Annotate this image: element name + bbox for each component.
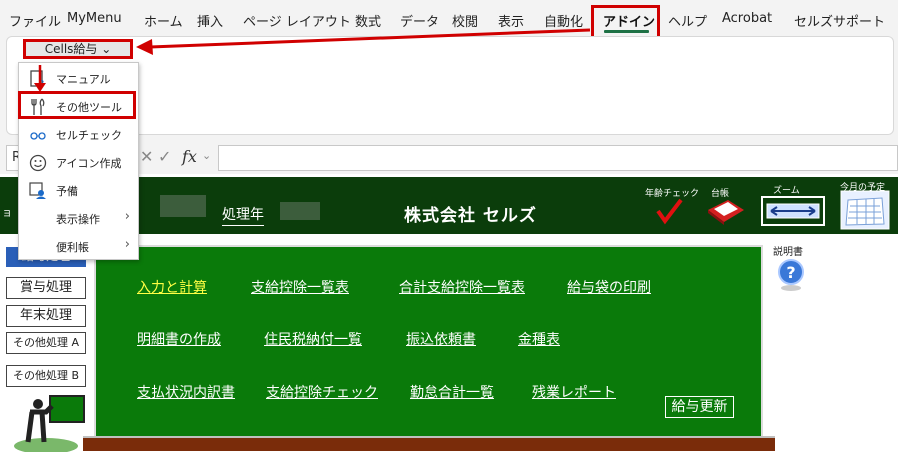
link-total-payment-deduction-list[interactable]: 合計支給控除一覧表 xyxy=(399,277,525,297)
link-overtime-report[interactable]: 残業レポート xyxy=(532,382,616,402)
side-button-year-end[interactable]: 年末処理 xyxy=(6,305,86,327)
manual-label: 説明書 xyxy=(773,247,803,258)
zoom-icon[interactable] xyxy=(761,196,825,226)
chevron-right-icon: › xyxy=(124,209,130,224)
people-icon xyxy=(29,182,46,199)
link-pay-envelope-print[interactable]: 給与袋の印刷 xyxy=(567,277,651,297)
link-resident-tax-list[interactable]: 住民税納付一覧 xyxy=(264,329,362,349)
chevron-right-icon: › xyxy=(124,237,130,252)
ledger-book-icon[interactable] xyxy=(706,196,746,226)
redacted-year-value xyxy=(280,202,320,220)
side-button-other-b[interactable]: その他処理 B xyxy=(6,365,86,387)
company-name: 株式会社 セルズ xyxy=(404,206,537,226)
chevron-down-icon[interactable]: ⌄ xyxy=(202,149,211,162)
link-transfer-request[interactable]: 振込依頼書 xyxy=(406,329,476,349)
redacted-field xyxy=(160,195,206,217)
fx-icon[interactable]: fx xyxy=(182,147,197,166)
calendar-icon[interactable] xyxy=(840,190,890,230)
menu-item-label: 便利帳 xyxy=(56,241,89,254)
link-create-statement[interactable]: 明細書の作成 xyxy=(137,329,221,349)
svg-text:?: ? xyxy=(786,263,795,282)
link-denomination-table[interactable]: 金種表 xyxy=(518,329,560,349)
left-edge-text: ョ xyxy=(2,208,12,219)
presenter-illustration-icon xyxy=(14,395,85,452)
menu-item-display-ops[interactable]: 表示操作 › xyxy=(19,205,138,233)
annotation-arrows xyxy=(34,28,591,92)
formula-input[interactable] xyxy=(218,145,898,171)
payroll-update-button[interactable]: 給与更新 xyxy=(665,396,734,418)
menu-item-handbook[interactable]: 便利帳 › xyxy=(19,233,138,261)
menu-item-icon-create[interactable]: アイコン作成 xyxy=(19,149,138,177)
side-button-other-a[interactable]: その他処理 A xyxy=(6,332,86,354)
menu-item-spare[interactable]: 予備 xyxy=(19,177,138,205)
link-payment-breakdown[interactable]: 支払状況内訳書 xyxy=(137,382,235,402)
panel-base-bar xyxy=(83,436,775,451)
link-attendance-total[interactable]: 勤怠合計一覧 xyxy=(410,382,494,402)
checkmark-icon[interactable] xyxy=(655,197,683,225)
side-button-bonus[interactable]: 賞与処理 xyxy=(6,277,86,299)
link-payment-deduction-list[interactable]: 支給控除一覧表 xyxy=(251,277,349,297)
menu-item-label: 表示操作 xyxy=(56,213,100,226)
formula-controls: ✕ ✓ fx ⌄ xyxy=(140,145,220,171)
link-deduction-check[interactable]: 支給控除チェック xyxy=(266,382,378,402)
link-input-and-calc[interactable]: 入力と計算 xyxy=(137,277,207,297)
confirm-icon[interactable]: ✓ xyxy=(158,147,171,166)
smiley-icon xyxy=(29,154,47,172)
menu-item-label: アイコン作成 xyxy=(56,157,122,170)
menu-item-label: 予備 xyxy=(56,185,78,198)
zoom-label: ズーム xyxy=(773,183,800,197)
cancel-icon[interactable]: ✕ xyxy=(140,147,153,166)
help-question-icon[interactable]: ? xyxy=(776,258,806,292)
processing-year-label: 処理年 xyxy=(222,204,264,226)
